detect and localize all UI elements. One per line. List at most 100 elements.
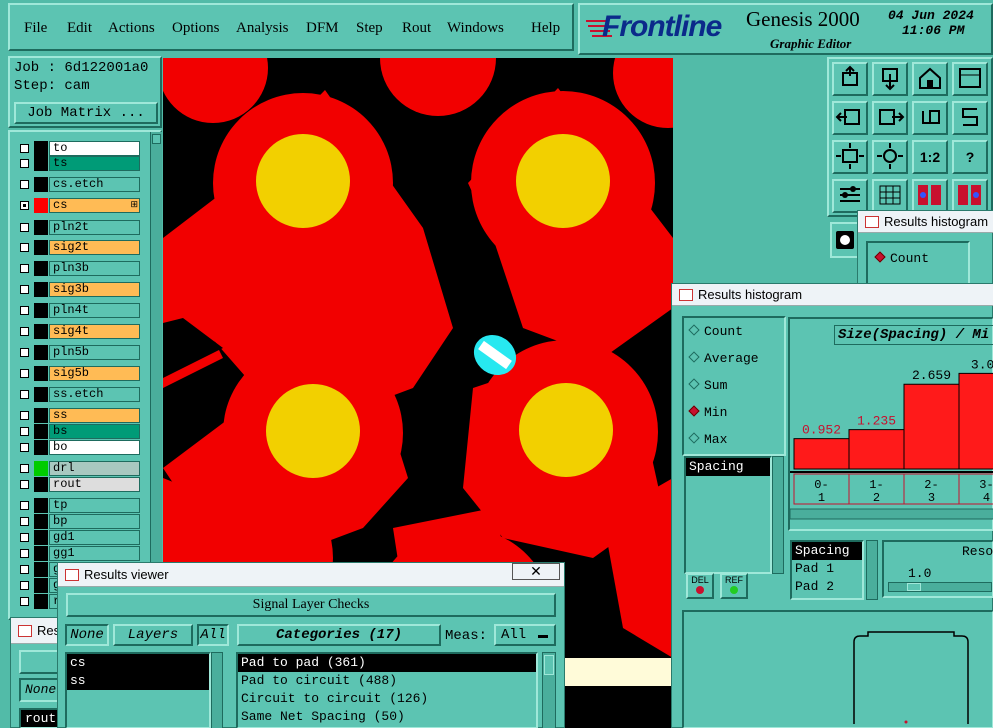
pan-left-icon[interactable] [832, 101, 868, 135]
layer-row-rout[interactable]: rout [16, 477, 140, 492]
menu-actions[interactable]: Actions [108, 20, 155, 37]
menu-step[interactable]: Step [356, 20, 383, 37]
histogram-titlebar[interactable]: Results histogram [672, 284, 993, 306]
close-icon[interactable]: ✕ [512, 563, 560, 580]
fit-screen-icon[interactable] [832, 140, 868, 174]
rotate-icon[interactable] [912, 101, 948, 135]
layer-row-cs[interactable]: cs ⊞ [16, 198, 140, 213]
palette-extra-button[interactable] [830, 222, 860, 258]
meas-select[interactable]: All [494, 624, 556, 646]
menu-analysis[interactable]: Analysis [236, 20, 289, 37]
categories-button[interactable]: Categories (17) [237, 624, 441, 646]
layer-checkbox[interactable] [20, 565, 29, 574]
layer-list-scrollbar[interactable] [150, 132, 162, 622]
menu-windows[interactable]: Windows [447, 20, 504, 37]
layer-result-list[interactable]: cs ss [65, 652, 211, 728]
measure-list[interactable]: Spacing [684, 456, 772, 574]
layers-button[interactable]: Layers [113, 624, 193, 646]
help-icon[interactable]: ? [952, 140, 988, 174]
radio-icon[interactable] [688, 432, 700, 444]
menu-dfm[interactable]: DFM [306, 20, 339, 37]
layer-checkbox[interactable] [20, 464, 29, 473]
layer-checkbox[interactable] [20, 411, 29, 420]
layer-row-pln2t[interactable]: pln2t [16, 220, 140, 235]
layer-row-sig2t[interactable]: sig2t [16, 240, 140, 255]
layer-row-bo[interactable]: bo [16, 440, 140, 455]
layer-result-scrollbar[interactable] [211, 652, 223, 728]
category-scrollbar[interactable] [542, 652, 556, 728]
all-button[interactable]: All [197, 624, 229, 646]
menu-file[interactable]: File [24, 20, 47, 37]
refresh-button[interactable]: REF [720, 573, 748, 599]
radio-selected-icon[interactable] [874, 251, 886, 263]
list-item[interactable]: Same Net Spacing (50) [238, 708, 536, 726]
layer-row-pln3b[interactable]: pln3b [16, 261, 140, 276]
layer-row-sig5b[interactable]: sig5b [16, 366, 140, 381]
list-item[interactable]: cs [67, 654, 209, 672]
layer-row-pln5b[interactable]: pln5b [16, 345, 140, 360]
radio-icon[interactable] [688, 378, 700, 390]
menu-rout[interactable]: Rout [402, 20, 431, 37]
menu-help[interactable]: Help [531, 20, 560, 37]
category-list[interactable]: Pad to pad (361) Pad to circuit (488) Ci… [236, 652, 538, 728]
layer-row-sig3b[interactable]: sig3b [16, 282, 140, 297]
list-item[interactable]: Spacing [792, 542, 862, 560]
layer-checkbox[interactable] [20, 581, 29, 590]
layer-checkbox[interactable] [20, 390, 29, 399]
list-item[interactable]: Spacing [686, 458, 770, 476]
layer-checkbox[interactable] [20, 549, 29, 558]
layer-row-cs.etch[interactable]: cs.etch [16, 177, 140, 192]
layer-check-icon[interactable] [952, 179, 988, 213]
layer-checkbox[interactable] [20, 285, 29, 294]
layer-checkbox[interactable] [20, 443, 29, 452]
none-button[interactable]: None [65, 624, 109, 646]
redraw-icon[interactable] [952, 101, 988, 135]
job-matrix-button[interactable]: Job Matrix ... [14, 102, 158, 124]
layer-checkbox[interactable] [20, 517, 29, 526]
list-item[interactable]: Pad 2 [792, 578, 862, 596]
layer-row-pln4t[interactable]: pln4t [16, 303, 140, 318]
type-list[interactable]: Spacing Pad 1 Pad 2 [790, 540, 864, 600]
layer-checkbox[interactable] [20, 427, 29, 436]
pan-right-icon[interactable] [872, 101, 908, 135]
resolution-slider[interactable] [888, 582, 992, 592]
scale-one-to-two-icon[interactable]: 1:2 [912, 140, 948, 174]
radio-icon[interactable] [688, 324, 700, 336]
settings-sliders-icon[interactable] [832, 179, 868, 213]
layer-checkbox[interactable] [20, 369, 29, 378]
layer-checkbox[interactable] [20, 533, 29, 542]
layer-row-bs[interactable]: bs [16, 424, 140, 439]
layer-row-to[interactable]: to [16, 141, 140, 156]
layer-checkbox[interactable] [20, 180, 29, 189]
histogram-back-titlebar[interactable]: Results histogram [858, 211, 993, 233]
layer-checkbox[interactable] [20, 501, 29, 510]
layer-row-gd1[interactable]: gd1 [16, 530, 140, 545]
layer-checkbox[interactable] [20, 144, 29, 153]
list-item[interactable]: Circuit to circuit (126) [238, 690, 536, 708]
layer-checkbox[interactable] [20, 597, 29, 606]
zoom-home-icon[interactable] [832, 62, 868, 96]
list-item[interactable]: Pad 1 [792, 560, 862, 578]
layer-checkbox[interactable] [20, 348, 29, 357]
layer-row-bp[interactable]: bp [16, 514, 140, 529]
layer-checkbox[interactable] [20, 327, 29, 336]
grid-icon[interactable] [872, 179, 908, 213]
layer-checkbox[interactable] [20, 201, 29, 210]
menu-edit[interactable]: Edit [67, 20, 92, 37]
layer-checkbox[interactable] [20, 264, 29, 273]
list-item[interactable]: Pad to circuit (488) [238, 672, 536, 690]
radio-selected-icon[interactable] [688, 405, 700, 417]
layer-checkbox[interactable] [20, 306, 29, 315]
layer-checkbox[interactable] [20, 243, 29, 252]
layer-row-gg1[interactable]: gg1 [16, 546, 140, 561]
delete-button[interactable]: DEL [686, 573, 714, 599]
layer-row-tp[interactable]: tp [16, 498, 140, 513]
radio-icon[interactable] [688, 351, 700, 363]
house-icon[interactable] [912, 62, 948, 96]
layer-row-ss.etch[interactable]: ss.etch [16, 387, 140, 402]
layer-row-sig4t[interactable]: sig4t [16, 324, 140, 339]
list-item[interactable]: Pad to pad (361) [238, 654, 536, 672]
layer-compare-icon[interactable] [912, 179, 948, 213]
results-viewer-titlebar[interactable]: Results viewer ✕ [58, 563, 564, 587]
layer-checkbox[interactable] [20, 480, 29, 489]
